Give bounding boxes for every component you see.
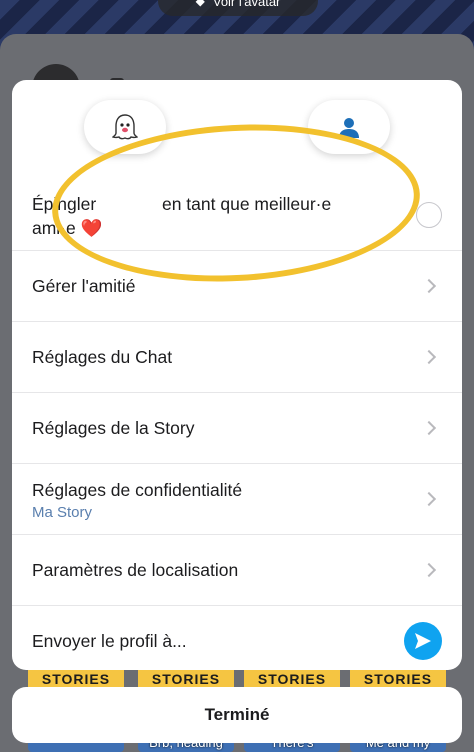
chevron-right-icon [424,351,436,363]
row-label: Réglages de la Story [32,418,195,438]
chevron-right-icon [424,280,436,292]
options-list: Épingler en tant que meilleur·e ami·e ❤️… [12,180,462,670]
row-label: Gérer l'amitié [32,276,136,296]
redacted-name [101,196,158,210]
done-button[interactable]: Terminé [12,687,462,743]
view-avatar-button[interactable]: ◆ Voir l'avatar [158,0,318,16]
row-label: Réglages du Chat [32,347,173,367]
person-icon [339,118,359,138]
view-avatar-label: Voir l'avatar [212,0,281,9]
pin-best-friend-row[interactable]: Épingler en tant que meilleur·e ami·e ❤️ [12,180,462,250]
ghost-icon [112,114,138,140]
send-profile-row[interactable]: Envoyer le profil à... [12,605,462,670]
pin-best-friend-label: Épingler en tant que meilleur·e ami·e ❤️ [32,194,332,238]
chevron-right-icon [424,493,436,505]
row-label: Réglages de confidentialité [32,479,243,500]
story-settings-row[interactable]: Réglages de la Story [12,392,462,463]
manage-friendship-row[interactable]: Gérer l'amitié [12,250,462,321]
profile-button[interactable] [308,100,390,154]
row-label: Paramètres de localisation [32,560,239,580]
ghost-button[interactable] [84,100,166,154]
diamond-icon: ◆ [195,0,205,8]
quick-actions [12,80,462,180]
row-label: Envoyer le profil à... [32,631,187,651]
pin-radio[interactable] [416,202,442,228]
chevron-right-icon [424,422,436,434]
friend-action-sheet: Épingler en tant que meilleur·e ami·e ❤️… [12,80,462,670]
send-arrow-icon [415,633,431,649]
privacy-settings-row[interactable]: Réglages de confidentialité Ma Story [12,463,462,534]
chevron-right-icon [424,564,436,576]
chat-settings-row[interactable]: Réglages du Chat [12,321,462,392]
row-subtitle: Ma Story [32,503,93,521]
location-settings-row[interactable]: Paramètres de localisation [12,534,462,605]
send-button[interactable] [404,622,442,660]
